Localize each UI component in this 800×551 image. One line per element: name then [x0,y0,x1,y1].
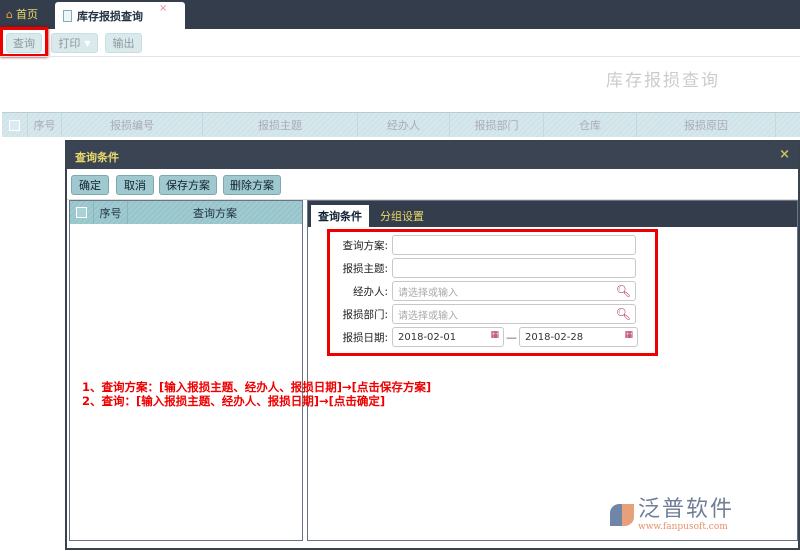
tab-query-conditions[interactable]: 查询条件 [311,205,369,227]
delete-scheme-button[interactable]: 删除方案 [223,175,281,195]
condition-form: 查询方案: 报损主题: 经办人: 请选择或输入 🔍︎ 报损部门: 请选择或输入 🔍︎ 报… [327,229,658,356]
subject-input[interactable] [392,258,636,278]
column-header[interactable]: 查询方案 [128,201,302,224]
print-button[interactable]: 打印 ▼ [51,33,98,53]
calendar-icon[interactable]: ▦ [490,330,499,340]
cancel-button[interactable]: 取消 [116,175,154,195]
close-tab-icon[interactable]: × [159,3,167,14]
column-header[interactable]: 报损部门 [450,113,544,137]
export-button[interactable]: 输出 [105,33,142,53]
department-input[interactable]: 请选择或输入 🔍︎ [392,304,636,324]
logo-icon [610,504,634,526]
divider [0,56,800,57]
tab-bar: ⌂ 首页 库存报损查询 × [0,0,800,30]
table-header: 序号 报损编号 报损主题 经办人 报损部门 仓库 报损原因 [2,112,800,137]
calendar-icon[interactable]: ▦ [624,330,633,340]
fanpusoft-logo: 泛普软件 www.fanpusoft.com [610,498,734,532]
column-header[interactable]: 报损编号 [62,113,203,137]
condition-tabs: 查询条件 分组设置 [308,201,797,227]
date-to-input[interactable]: 2018-02-28 ▦ [519,327,638,347]
home-icon: ⌂ [6,7,13,21]
column-header[interactable]: 经办人 [358,113,450,137]
dialog-title: 查询条件 [75,151,119,164]
column-header[interactable]: 报损原因 [637,113,776,137]
tab-group-settings[interactable]: 分组设置 [370,205,434,227]
column-header[interactable]: 序号 [28,113,62,137]
column-header[interactable]: 仓库 [544,113,637,137]
dialog-header: 查询条件 × [67,142,798,169]
column-header[interactable]: 报损主题 [203,113,358,137]
ok-button[interactable]: 确定 [71,175,109,195]
select-all-checkbox[interactable] [70,201,94,224]
query-dialog: 查询条件 × 确定 取消 保存方案 删除方案 序号 查询方案 查询条件 分组设置… [65,140,800,550]
page-title: 库存报损查询 [606,71,720,91]
tab-home[interactable]: ⌂ 首页 [6,6,38,22]
save-scheme-button[interactable]: 保存方案 [159,175,217,195]
search-icon[interactable]: 🔍︎ [616,307,631,321]
search-icon[interactable]: 🔍︎ [616,284,631,298]
instruction-note: 1、查询方案：[输入报损主题、经办人、报损日期]→[点击保存方案] 2、查询：[… [82,380,432,408]
chevron-down-icon: ▼ [84,38,91,48]
select-all-checkbox[interactable] [2,113,28,137]
handler-input[interactable]: 请选择或输入 🔍︎ [392,281,636,301]
scheme-list-panel: 序号 查询方案 [69,200,303,541]
condition-panel: 查询条件 分组设置 查询方案: 报损主题: 经办人: 请选择或输入 🔍︎ 报损部门:… [307,200,798,541]
scheme-list-header: 序号 查询方案 [70,201,302,224]
highlight-box [0,27,48,57]
scheme-name-input[interactable] [392,235,636,255]
date-from-input[interactable]: 2018-02-01 ▦ [392,327,504,347]
document-icon [63,10,72,22]
close-icon[interactable]: × [779,147,790,162]
column-header[interactable]: 序号 [94,201,128,224]
